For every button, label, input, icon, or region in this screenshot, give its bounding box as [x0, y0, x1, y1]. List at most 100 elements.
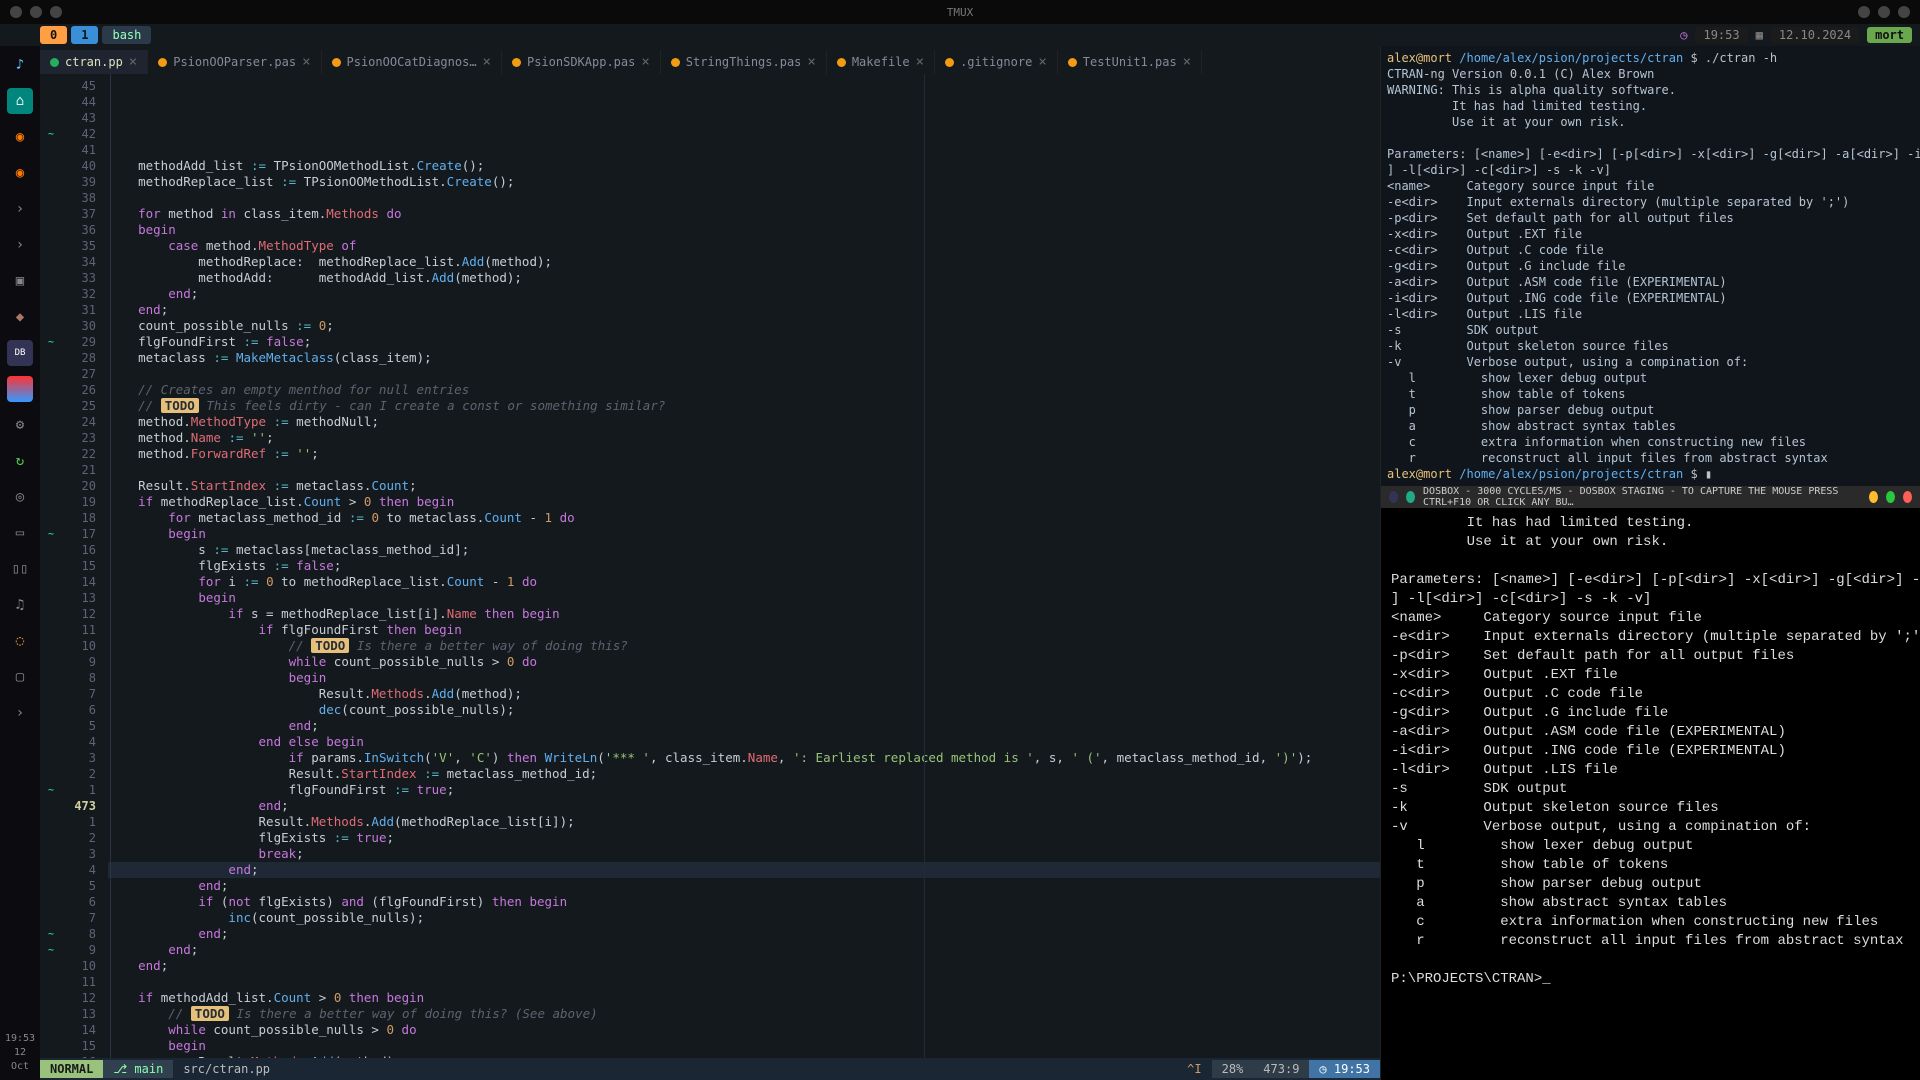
code-line[interactable]: // TODO Is there a better way of doing t… — [108, 1006, 1380, 1022]
code-line[interactable]: if methodReplace_list.Count > 0 then beg… — [108, 494, 1380, 510]
code-line[interactable]: end; — [108, 942, 1380, 958]
tmux-window-1[interactable]: 1 — [71, 26, 98, 44]
dosbox-icon[interactable]: DB — [7, 340, 33, 366]
maximize-icon[interactable] — [50, 6, 62, 18]
tab-close-icon[interactable]: × — [1038, 54, 1046, 70]
tab-close-icon[interactable]: × — [641, 54, 649, 70]
code-line[interactable]: if methodAdd_list.Count > 0 then begin — [108, 990, 1380, 1006]
terminal-icon[interactable]: › — [7, 232, 33, 258]
code-line[interactable]: begin — [108, 1038, 1380, 1054]
code-line[interactable]: methodAdd: methodAdd_list.Add(method); — [108, 270, 1380, 286]
editor-body[interactable]: ~~~~~~ 454443424140393837363534333231302… — [40, 74, 1380, 1058]
code-line[interactable]: break; — [108, 846, 1380, 862]
app-icon[interactable]: ◆ — [7, 304, 33, 330]
app-icon[interactable] — [7, 376, 33, 402]
code-line[interactable]: if params.InSwitch('V', 'C') then WriteL… — [108, 750, 1380, 766]
code-line[interactable]: methodReplace_list := TPsionOOMethodList… — [108, 174, 1380, 190]
code-line[interactable]: if flgFoundFirst then begin — [108, 622, 1380, 638]
code-line[interactable]: // TODO This feels dirty - can I create … — [108, 398, 1380, 414]
code-line[interactable]: inc(count_possible_nulls); — [108, 910, 1380, 926]
code-line[interactable]: if (not flgExists) and (flgFoundFirst) t… — [108, 894, 1380, 910]
terminal-pane[interactable]: alex@mort /home/alex/psion/projects/ctra… — [1381, 46, 1920, 486]
code-line[interactable]: end; — [108, 862, 1380, 878]
code-line[interactable]: for method in class_item.Methods do — [108, 206, 1380, 222]
code-line[interactable] — [108, 142, 1380, 158]
aux-icon[interactable] — [1858, 6, 1870, 18]
code-line[interactable]: begin — [108, 222, 1380, 238]
code-line[interactable]: Result.Methods.Add(method); — [108, 686, 1380, 702]
code-line[interactable]: begin — [108, 590, 1380, 606]
code-line[interactable]: end; — [108, 718, 1380, 734]
app-icon[interactable]: ◎ — [7, 484, 33, 510]
code-line[interactable]: Result.Methods.Add(methodReplace_list[i]… — [108, 814, 1380, 830]
code-line[interactable]: while count_possible_nulls > 0 do — [108, 1022, 1380, 1038]
maximize-icon[interactable] — [1886, 491, 1895, 503]
code-line[interactable]: if s = methodReplace_list[i].Name then b… — [108, 606, 1380, 622]
code-line[interactable]: for i := 0 to methodReplace_list.Count -… — [108, 574, 1380, 590]
chevron-icon[interactable]: › — [7, 700, 33, 726]
code-line[interactable]: while count_possible_nulls > 0 do — [108, 654, 1380, 670]
terminal-icon[interactable]: › — [7, 196, 33, 222]
audio-icon[interactable]: ♪ — [7, 52, 33, 78]
tab-close-icon[interactable]: × — [302, 54, 310, 70]
code-line[interactable]: // TODO Is there a better way of doing t… — [108, 638, 1380, 654]
code-line[interactable]: end; — [108, 798, 1380, 814]
editor-tab[interactable]: PsionOOCatDiagnos…× — [322, 50, 502, 74]
code-line[interactable]: case method.MethodType of — [108, 238, 1380, 254]
pause-icon[interactable]: ▯▯ — [7, 556, 33, 582]
app-icon[interactable]: ⌂ — [7, 88, 33, 114]
editor-tab[interactable]: TestUnit1.pas× — [1058, 50, 1202, 74]
code-line[interactable] — [108, 366, 1380, 382]
code-line[interactable]: Result.StartIndex := metaclass.Count; — [108, 478, 1380, 494]
tab-close-icon[interactable]: × — [1183, 54, 1191, 70]
settings-icon[interactable]: ⚙ — [7, 412, 33, 438]
code-line[interactable] — [108, 974, 1380, 990]
editor-tab[interactable]: ctran.pp× — [40, 50, 148, 74]
firefox-icon[interactable]: ◉ — [7, 160, 33, 186]
volume-icon[interactable]: ♫ — [7, 592, 33, 618]
code-line[interactable]: dec(count_possible_nulls); — [108, 702, 1380, 718]
aux-icon[interactable] — [1878, 6, 1890, 18]
editor-tab[interactable]: StringThings.pas× — [661, 50, 827, 74]
close-icon[interactable] — [10, 6, 22, 18]
monitor-icon[interactable]: ▢ — [7, 664, 33, 690]
lightbulb-icon[interactable]: ◌ — [7, 628, 33, 654]
code-line[interactable]: end; — [108, 926, 1380, 942]
sync-icon[interactable]: ↻ — [7, 448, 33, 474]
terminal-icon[interactable]: ▣ — [7, 268, 33, 294]
code-line[interactable] — [108, 190, 1380, 206]
dosbox-content[interactable]: It has had limited testing. Use it at yo… — [1381, 508, 1920, 995]
code-line[interactable]: end; — [108, 878, 1380, 894]
editor-tab[interactable]: PsionOOParser.pas× — [148, 50, 321, 74]
editor-tab[interactable]: .gitignore× — [935, 50, 1058, 74]
code-line[interactable]: begin — [108, 670, 1380, 686]
code-line[interactable] — [108, 462, 1380, 478]
aux-icon[interactable] — [1898, 6, 1910, 18]
code-line[interactable]: end; — [108, 302, 1380, 318]
tmux-window-0[interactable]: 0 — [40, 26, 67, 44]
code-line[interactable]: method.Name := ''; — [108, 430, 1380, 446]
close-icon[interactable] — [1903, 491, 1912, 503]
minimize-icon[interactable] — [30, 6, 42, 18]
code-line[interactable]: Result.Methods.Add(method); — [108, 1054, 1380, 1058]
dosbox-titlebar[interactable]: DOSBOX - 3000 CYCLES/MS - DOSBOX STAGING… — [1381, 486, 1920, 508]
code-line[interactable]: methodReplace: methodReplace_list.Add(me… — [108, 254, 1380, 270]
code-line[interactable]: count_possible_nulls := 0; — [108, 318, 1380, 334]
code-line[interactable]: flgExists := false; — [108, 558, 1380, 574]
code-area[interactable]: methodAdd_list := TPsionOOMethodList.Cre… — [104, 74, 1380, 1058]
code-line[interactable]: for metaclass_method_id := 0 to metaclas… — [108, 510, 1380, 526]
firefox-icon[interactable]: ◉ — [7, 124, 33, 150]
code-line[interactable]: flgFoundFirst := false; — [108, 334, 1380, 350]
tmux-window-name[interactable]: bash — [102, 26, 151, 44]
code-line[interactable]: end else begin — [108, 734, 1380, 750]
code-line[interactable]: // Creates an empty menthod for null ent… — [108, 382, 1380, 398]
tab-close-icon[interactable]: × — [807, 54, 815, 70]
code-line[interactable]: method.MethodType := methodNull; — [108, 414, 1380, 430]
code-line[interactable]: flgExists := true; — [108, 830, 1380, 846]
code-line[interactable]: s := metaclass[metaclass_method_id]; — [108, 542, 1380, 558]
notes-icon[interactable]: ▭ — [7, 520, 33, 546]
minimize-icon[interactable] — [1869, 491, 1878, 503]
code-line[interactable]: flgFoundFirst := true; — [108, 782, 1380, 798]
code-line[interactable]: end; — [108, 286, 1380, 302]
code-line[interactable]: begin — [108, 526, 1380, 542]
